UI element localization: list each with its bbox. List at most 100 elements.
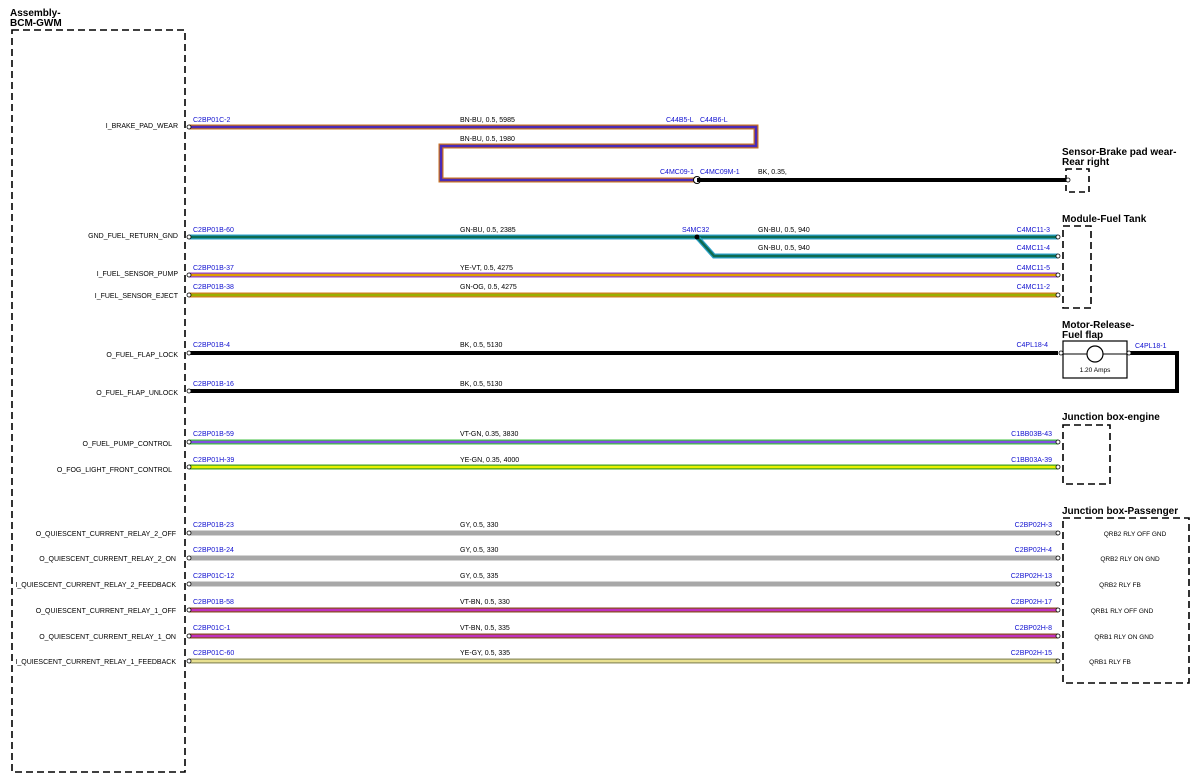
wire-spec: VT-BN, 0.5, 330 (460, 599, 510, 606)
wire-spec: VT-BN, 0.5, 335 (460, 625, 510, 632)
pin-terminal (186, 658, 192, 664)
motor-icon (1086, 345, 1104, 363)
connector-label: C2BP01B-23 (193, 522, 234, 529)
pin-label: O_QUIESCENT_CURRENT_RELAY_1_OFF (36, 608, 176, 615)
relay-destination: QRB2 RLY FB (1099, 582, 1141, 589)
wire-spec: GY, 0.5, 330 (460, 522, 499, 529)
relay-circuit: O_QUIESCENT_CURRENT_RELAY_1_ON C2BP01C-1 V… (39, 625, 1154, 641)
connector-label: C4PL18-4 (1016, 342, 1048, 349)
pin-label: O_FUEL_FLAP_LOCK (106, 352, 178, 359)
relay-destination: QRB1 RLY ON GND (1094, 634, 1154, 641)
pin-label: I_QUIESCENT_CURRENT_RELAY_2_FEEDBACK (15, 582, 176, 589)
wire-spec: BK, 0.35, (758, 169, 787, 176)
pin-label: I_BRAKE_PAD_WEAR (106, 123, 178, 130)
wire-spec: GN-BU, 0.5, 940 (758, 227, 810, 234)
pin-terminal (186, 272, 192, 278)
connector-label: C2BP02H-17 (1011, 599, 1052, 606)
pin-terminal (1055, 439, 1061, 445)
wire-spec: GN-BU, 0.5, 940 (758, 245, 810, 252)
connector-label: C2BP01B-58 (193, 599, 234, 606)
pin-terminal (1126, 350, 1132, 356)
pin-terminal (1055, 530, 1061, 536)
pin-terminal (1055, 292, 1061, 298)
circuit-fuel-flap-lock: O_FUEL_FLAP_LOCK C2BP01B-4 BK, 0.5, 5130… (106, 342, 1064, 359)
wire-spec: BK, 0.5, 5130 (460, 342, 503, 349)
pin-terminal (1055, 272, 1061, 278)
pin-label: I_FUEL_SENSOR_PUMP (97, 271, 179, 278)
relay-circuits: O_QUIESCENT_CURRENT_RELAY_2_OFF C2BP01B-2… (15, 522, 1166, 666)
circuit-fuel-sensor-eject: I_FUEL_SENSOR_EJECT C2BP01B-38 GN-OG, 0.… (95, 284, 1061, 300)
connector-label: C44B5-L (666, 117, 694, 124)
wire-spec: BN-BU, 0.5, 5985 (460, 117, 515, 124)
pin-terminal (1055, 464, 1061, 470)
wire-spec: YE-GY, 0.5, 335 (460, 650, 510, 657)
connector-label: C4MC11-3 (1017, 227, 1050, 234)
module-title-line2: BCM-GWM (10, 18, 62, 29)
pin-terminal (1055, 234, 1061, 240)
splice-dot (694, 234, 700, 240)
pin-terminal (186, 292, 192, 298)
connector-label: C2BP01B-24 (193, 547, 234, 554)
current-rating: 1.20 Amps (1080, 367, 1111, 374)
pin-label: O_QUIESCENT_CURRENT_RELAY_2_OFF (36, 531, 176, 538)
pin-terminal (186, 555, 192, 561)
pin-terminal (186, 234, 192, 240)
pin-terminal (1055, 555, 1061, 561)
component-outline (1062, 424, 1111, 485)
pin-terminal (186, 581, 192, 587)
connector-label: C44B6-L (700, 117, 728, 124)
wire-spec: YE-GN, 0.35, 4000 (460, 457, 519, 464)
relay-destination: QRB1 RLY FB (1089, 659, 1131, 666)
wire-spec: BN-BU, 0.5, 1980 (460, 136, 515, 143)
component-outline (1062, 225, 1092, 309)
wire-spec: GY, 0.5, 330 (460, 547, 499, 554)
component-jb-engine: Junction box-engine (1062, 412, 1160, 485)
pin-terminal (1055, 253, 1061, 259)
relay-destination: QRB2 RLY OFF GND (1104, 531, 1167, 538)
wire-inner (696, 236, 1058, 258)
connector-label: C4MC09M-1 (700, 169, 740, 176)
pin-terminal (1065, 177, 1071, 183)
component-title: Rear right (1062, 157, 1110, 168)
wire-outer (695, 235, 1058, 259)
component-title: Junction box-engine (1062, 412, 1160, 423)
connector-label: C2BP02H-4 (1015, 547, 1052, 554)
connector-label: C2BP01C-60 (193, 650, 234, 657)
circuit-fog-light-front: O_FOG_LIGHT_FRONT_CONTROL C2BP01H-39 YE-… (57, 457, 1061, 474)
connector-label: C2BP01C-1 (193, 625, 230, 632)
pin-terminal (186, 530, 192, 536)
pin-terminal (186, 633, 192, 639)
component-title: Module-Fuel Tank (1062, 214, 1147, 225)
relay-destination: QRB2 RLY ON GND (1100, 556, 1160, 563)
relay-destination: QRB1 RLY OFF GND (1091, 608, 1154, 615)
connector-label: C2BP02H-13 (1011, 573, 1052, 580)
connector-label: C4MC11-5 (1017, 265, 1050, 272)
pin-terminal (186, 464, 192, 470)
connector-label: C2BP01B-38 (193, 284, 234, 291)
wire-spec: GN-BU, 0.5, 2385 (460, 227, 516, 234)
pin-label: GND_FUEL_RETURN_GND (88, 233, 178, 240)
connector-label: C4MC11-4 (1017, 245, 1050, 252)
pin-label: O_FOG_LIGHT_FRONT_CONTROL (57, 467, 172, 474)
connector-label: C2BP01B-37 (193, 265, 234, 272)
connector-label: C2BP01B-60 (193, 227, 234, 234)
pin-terminal (1058, 350, 1064, 356)
connector-label: C2BP02H-8 (1015, 625, 1052, 632)
wire-spec: YE-VT, 0.5, 4275 (460, 265, 513, 272)
pin-label: O_QUIESCENT_CURRENT_RELAY_1_ON (39, 634, 176, 641)
wire-spec: VT-GN, 0.35, 3830 (460, 431, 518, 438)
circuit-fuel-flap-unlock: O_FUEL_FLAP_UNLOCK C2BP01B-16 BK, 0.5, 5… (96, 350, 1179, 397)
pin-label: O_QUIESCENT_CURRENT_RELAY_2_ON (39, 556, 176, 563)
pin-terminal (186, 124, 192, 130)
component-title: Junction box-Passenger (1062, 506, 1178, 517)
component-title: Fuel flap (1062, 330, 1103, 341)
circuit-fuel-return-gnd: GND_FUEL_RETURN_GND C2BP01B-60 GN-BU, 0.… (88, 227, 1061, 259)
pin-label: I_FUEL_SENSOR_EJECT (95, 293, 179, 300)
connector-label: C4PL18-1 (1135, 343, 1167, 350)
wire-spec: GY, 0.5, 335 (460, 573, 499, 580)
relay-circuit: O_QUIESCENT_CURRENT_RELAY_2_OFF C2BP01B-2… (36, 522, 1167, 538)
component-fuel-tank: Module-Fuel Tank (1062, 214, 1147, 309)
circuit-fuel-sensor-pump: I_FUEL_SENSOR_PUMP C2BP01B-37 YE-VT, 0.5… (97, 265, 1061, 278)
pin-label: O_FUEL_FLAP_UNLOCK (96, 390, 178, 397)
component-brake-sensor: Sensor-Brake pad wear- Rear right (1062, 147, 1177, 193)
